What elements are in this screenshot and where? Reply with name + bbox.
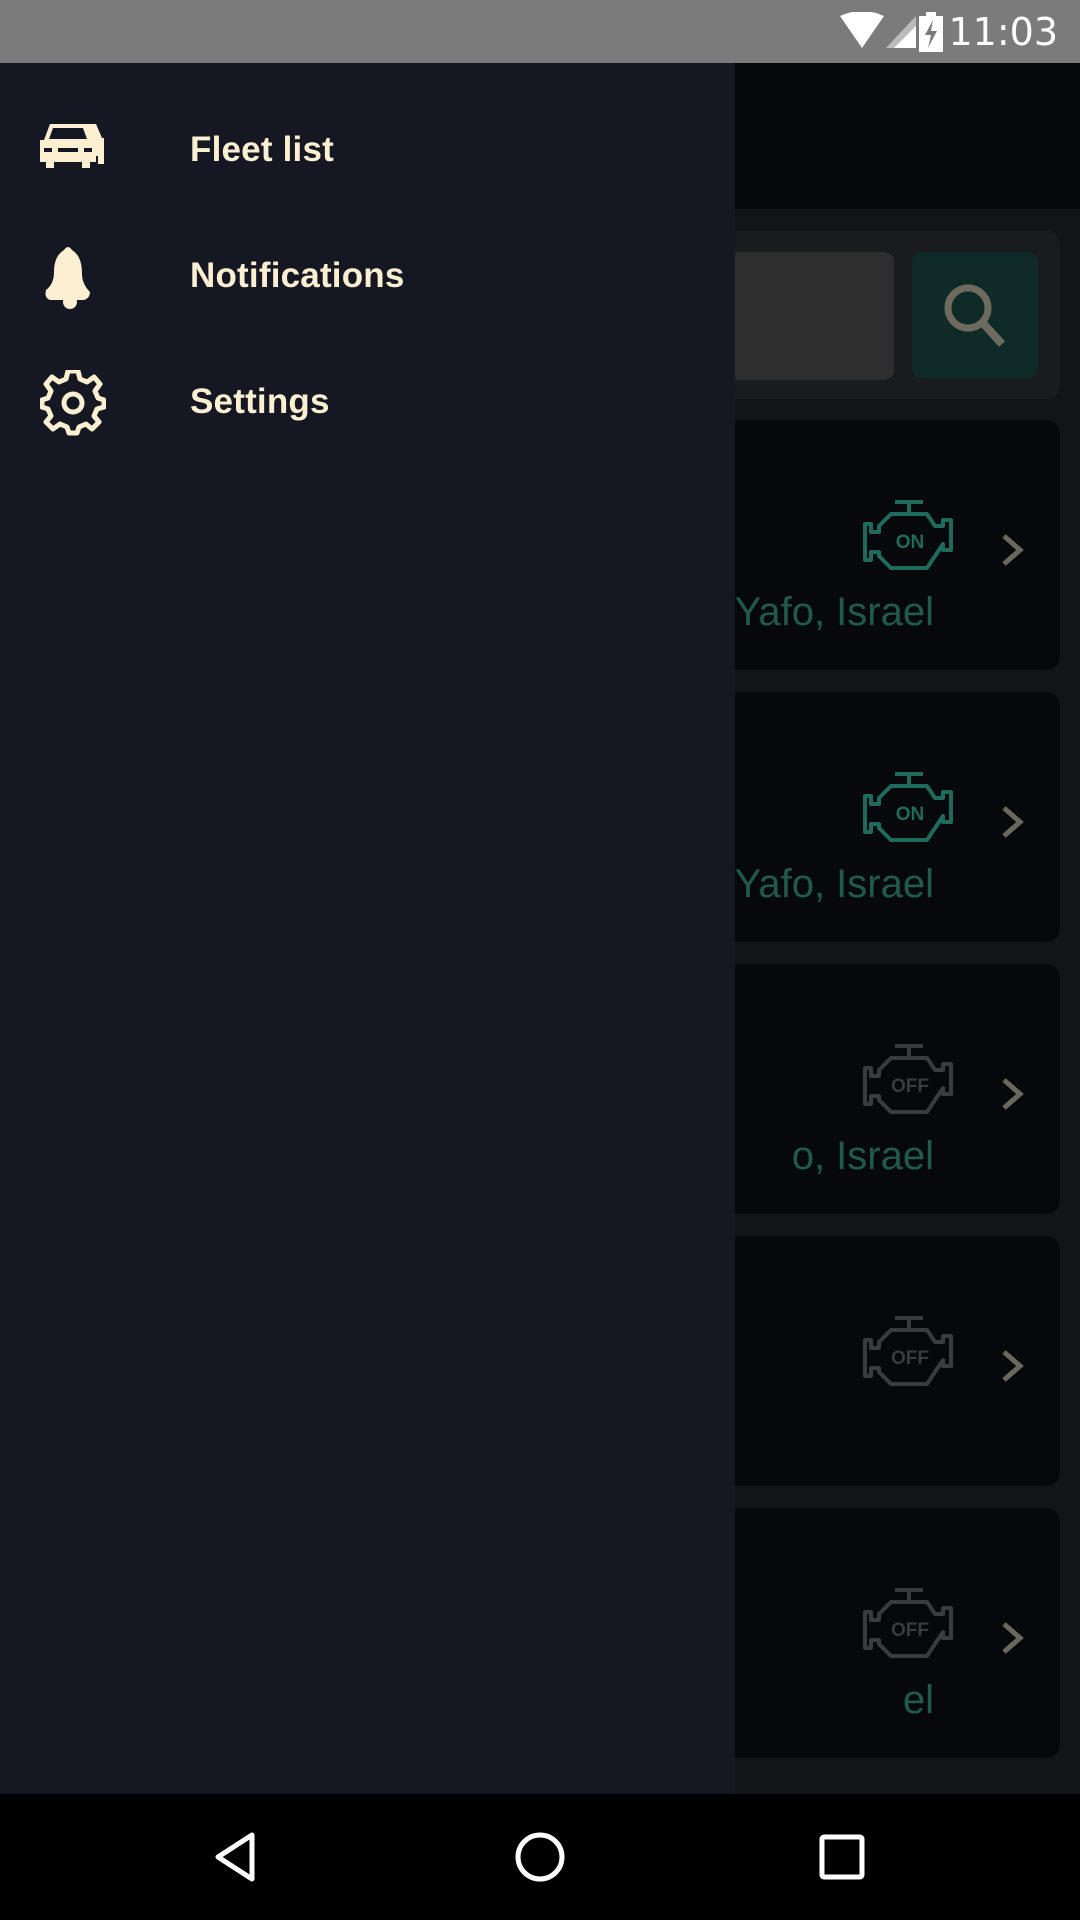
cars-icon — [40, 124, 104, 168]
engine-status-icon: OFF — [863, 1588, 953, 1658]
recents-icon[interactable] — [812, 1827, 872, 1887]
search-icon — [944, 284, 1005, 347]
engine-status-icon: ON — [863, 500, 953, 570]
system-nav-bar — [0, 1794, 1080, 1920]
drawer-item-label: Fleet list — [190, 130, 334, 169]
drawer-item-settings[interactable]: Settings — [0, 342, 735, 462]
chevron-right-icon[interactable] — [998, 804, 1028, 840]
navigation-drawer: Fleet list Notifications Settings — [0, 63, 735, 1794]
vehicle-location: Yafo, Israel — [734, 862, 934, 906]
wifi-icon — [840, 12, 884, 48]
drawer-item-fleet-list[interactable]: Fleet list — [0, 90, 735, 210]
engine-status-label: OFF — [891, 1076, 929, 1097]
drawer-item-label: Settings — [190, 382, 330, 421]
engine-status-icon: OFF — [863, 1044, 953, 1114]
vehicle-location: el — [902, 1678, 934, 1722]
battery-charging-icon — [919, 12, 943, 52]
engine-status-icon: ON — [863, 772, 953, 842]
chevron-right-icon[interactable] — [998, 1076, 1028, 1112]
gear-icon — [40, 370, 106, 436]
status-time: 11:03 — [948, 10, 1058, 54]
engine-status-icon: OFF — [863, 1316, 953, 1386]
engine-status-label: OFF — [891, 1620, 929, 1641]
vehicle-location: Yafo, Israel — [734, 590, 934, 634]
chevron-right-icon[interactable] — [998, 1348, 1028, 1384]
home-icon[interactable] — [510, 1827, 570, 1887]
search-button[interactable] — [912, 252, 1038, 378]
bell-icon — [45, 247, 90, 309]
engine-status-label: ON — [896, 804, 925, 825]
back-icon[interactable] — [206, 1827, 266, 1887]
drawer-item-label: Notifications — [190, 256, 405, 295]
engine-status-label: OFF — [891, 1348, 929, 1369]
drawer-item-notifications[interactable]: Notifications — [0, 216, 735, 336]
status-bar: 11:03 — [0, 0, 1080, 63]
chevron-right-icon[interactable] — [998, 532, 1028, 568]
engine-status-label: ON — [896, 532, 925, 553]
chevron-right-icon[interactable] — [998, 1620, 1028, 1656]
vehicle-location: o, Israel — [791, 1134, 934, 1178]
